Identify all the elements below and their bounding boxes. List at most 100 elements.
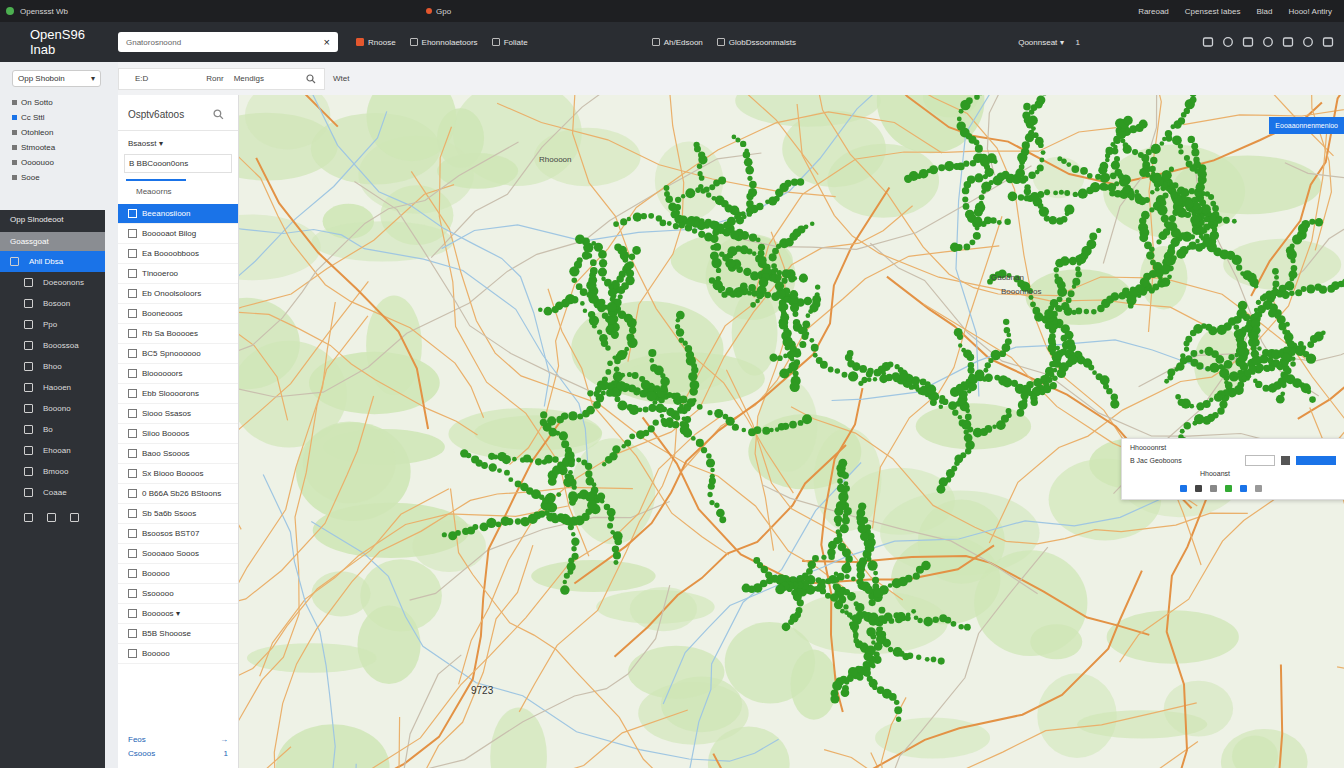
highlight-area[interactable] bbox=[1122, 186, 1130, 194]
highlight-area[interactable] bbox=[790, 303, 799, 312]
highlight-area[interactable] bbox=[836, 529, 841, 534]
sidebar-item[interactable]: Doeoonons bbox=[0, 272, 105, 293]
highlight-area[interactable] bbox=[1146, 251, 1155, 260]
highlight-area[interactable] bbox=[1256, 300, 1261, 305]
highlight-area[interactable] bbox=[799, 274, 808, 283]
highlight-area[interactable] bbox=[1088, 365, 1094, 371]
highlight-area[interactable] bbox=[1214, 393, 1223, 402]
highlight-area[interactable] bbox=[697, 404, 703, 410]
highlight-area[interactable] bbox=[784, 296, 790, 302]
highlight-area[interactable] bbox=[847, 350, 854, 357]
highlight-area[interactable] bbox=[520, 517, 530, 527]
highlight-area[interactable] bbox=[685, 345, 692, 352]
highlight-area[interactable] bbox=[706, 192, 711, 197]
highlight-area[interactable] bbox=[1258, 307, 1263, 312]
layer-row[interactable]: Booooaot Bilog bbox=[118, 224, 238, 244]
footer-row[interactable]: Csooos1 bbox=[128, 746, 228, 760]
highlight-area[interactable] bbox=[752, 251, 757, 256]
highlight-area[interactable] bbox=[983, 368, 988, 373]
highlight-area[interactable] bbox=[617, 350, 627, 360]
highlight-area[interactable] bbox=[648, 349, 656, 357]
highlight-area[interactable] bbox=[1301, 220, 1310, 229]
highlight-area[interactable] bbox=[985, 374, 993, 382]
highlight-area[interactable] bbox=[1121, 138, 1126, 143]
highlight-area[interactable] bbox=[1232, 219, 1237, 224]
sidebar-item[interactable]: Bo bbox=[0, 419, 105, 440]
highlight-area[interactable] bbox=[714, 409, 723, 418]
highlight-area[interactable] bbox=[782, 269, 791, 278]
highlight-area[interactable] bbox=[1190, 95, 1197, 97]
highlight-area[interactable] bbox=[816, 577, 822, 583]
highlight-area[interactable] bbox=[599, 259, 607, 267]
highlight-area[interactable] bbox=[1044, 189, 1050, 195]
highlight-area[interactable] bbox=[667, 221, 672, 226]
highlight-area[interactable] bbox=[1151, 144, 1161, 154]
highlight-area[interactable] bbox=[810, 221, 815, 226]
highlight-area[interactable] bbox=[956, 121, 965, 130]
highlight-area[interactable] bbox=[556, 416, 564, 424]
highlight-area[interactable] bbox=[1157, 205, 1167, 215]
highlight-area[interactable] bbox=[1217, 325, 1227, 335]
highlight-area[interactable] bbox=[820, 361, 828, 369]
highlight-area[interactable] bbox=[1169, 167, 1174, 172]
highlight-area[interactable] bbox=[610, 296, 616, 302]
highlight-area[interactable] bbox=[655, 403, 664, 412]
highlight-area[interactable] bbox=[606, 389, 614, 397]
highlight-area[interactable] bbox=[958, 343, 962, 347]
highlight-area[interactable] bbox=[613, 560, 618, 565]
highlight-area[interactable] bbox=[707, 492, 712, 497]
highlight-area[interactable] bbox=[643, 406, 649, 412]
highlight-area[interactable] bbox=[629, 433, 635, 439]
highlight-area[interactable] bbox=[1039, 206, 1049, 216]
highlight-area[interactable] bbox=[742, 584, 751, 593]
toolbar-item[interactable]: Ronr bbox=[206, 74, 223, 83]
highlight-area[interactable] bbox=[648, 213, 654, 219]
highlight-area[interactable] bbox=[698, 151, 705, 158]
highlight-area[interactable] bbox=[629, 254, 636, 261]
highlight-area[interactable] bbox=[1253, 313, 1258, 318]
highlight-area[interactable] bbox=[756, 203, 763, 210]
highlight-area[interactable] bbox=[489, 463, 497, 471]
highlight-area[interactable] bbox=[576, 457, 581, 462]
highlight-area[interactable] bbox=[838, 543, 846, 551]
highlight-area[interactable] bbox=[913, 573, 920, 580]
highlight-area[interactable] bbox=[585, 463, 592, 470]
highlight-area[interactable] bbox=[1020, 177, 1027, 184]
highlight-area[interactable] bbox=[758, 256, 766, 264]
highlight-area[interactable] bbox=[552, 306, 559, 313]
highlight-area[interactable] bbox=[627, 372, 632, 377]
highlight-area[interactable] bbox=[793, 371, 799, 377]
highlight-area[interactable] bbox=[626, 334, 634, 342]
layer-row[interactable]: Sx Biooo Boooos bbox=[118, 464, 238, 484]
highlight-area[interactable] bbox=[1057, 296, 1063, 302]
highlight-area[interactable] bbox=[1018, 194, 1024, 200]
layer-row[interactable]: Booooo bbox=[118, 564, 238, 584]
highlight-area[interactable] bbox=[962, 187, 969, 194]
sidebar-item[interactable]: Bmooo bbox=[0, 461, 105, 482]
highlight-area[interactable] bbox=[755, 299, 760, 304]
highlight-area[interactable] bbox=[552, 456, 559, 463]
sidebar-item[interactable]: Bosoon bbox=[0, 293, 105, 314]
highlight-area[interactable] bbox=[1306, 353, 1316, 363]
highlight-area[interactable] bbox=[1290, 361, 1296, 367]
highlight-area[interactable] bbox=[1036, 95, 1045, 104]
highlight-area[interactable] bbox=[582, 410, 590, 418]
highlight-area[interactable] bbox=[1113, 145, 1118, 150]
highlight-area[interactable] bbox=[1289, 291, 1295, 297]
highlight-area[interactable] bbox=[1290, 243, 1295, 248]
highlight-area[interactable] bbox=[535, 458, 542, 465]
highlight-area[interactable] bbox=[599, 334, 608, 343]
highlight-area[interactable] bbox=[538, 307, 543, 312]
highlight-area[interactable] bbox=[704, 187, 710, 193]
highlight-area[interactable] bbox=[608, 515, 614, 521]
group-header[interactable]: Goassgoat bbox=[0, 232, 105, 251]
sidebar-link[interactable]: On Sotto bbox=[12, 96, 101, 108]
highlight-area[interactable] bbox=[1059, 190, 1064, 195]
nav-item[interactable]: Foliate bbox=[492, 38, 528, 47]
highlight-area[interactable] bbox=[967, 426, 973, 432]
highlight-area[interactable] bbox=[1150, 190, 1155, 195]
highlight-area[interactable] bbox=[709, 500, 714, 505]
highlight-area[interactable] bbox=[626, 270, 634, 278]
layer-row[interactable]: Tlnooeroo bbox=[118, 264, 238, 284]
toolbar-item[interactable]: Mendigs bbox=[234, 74, 264, 83]
